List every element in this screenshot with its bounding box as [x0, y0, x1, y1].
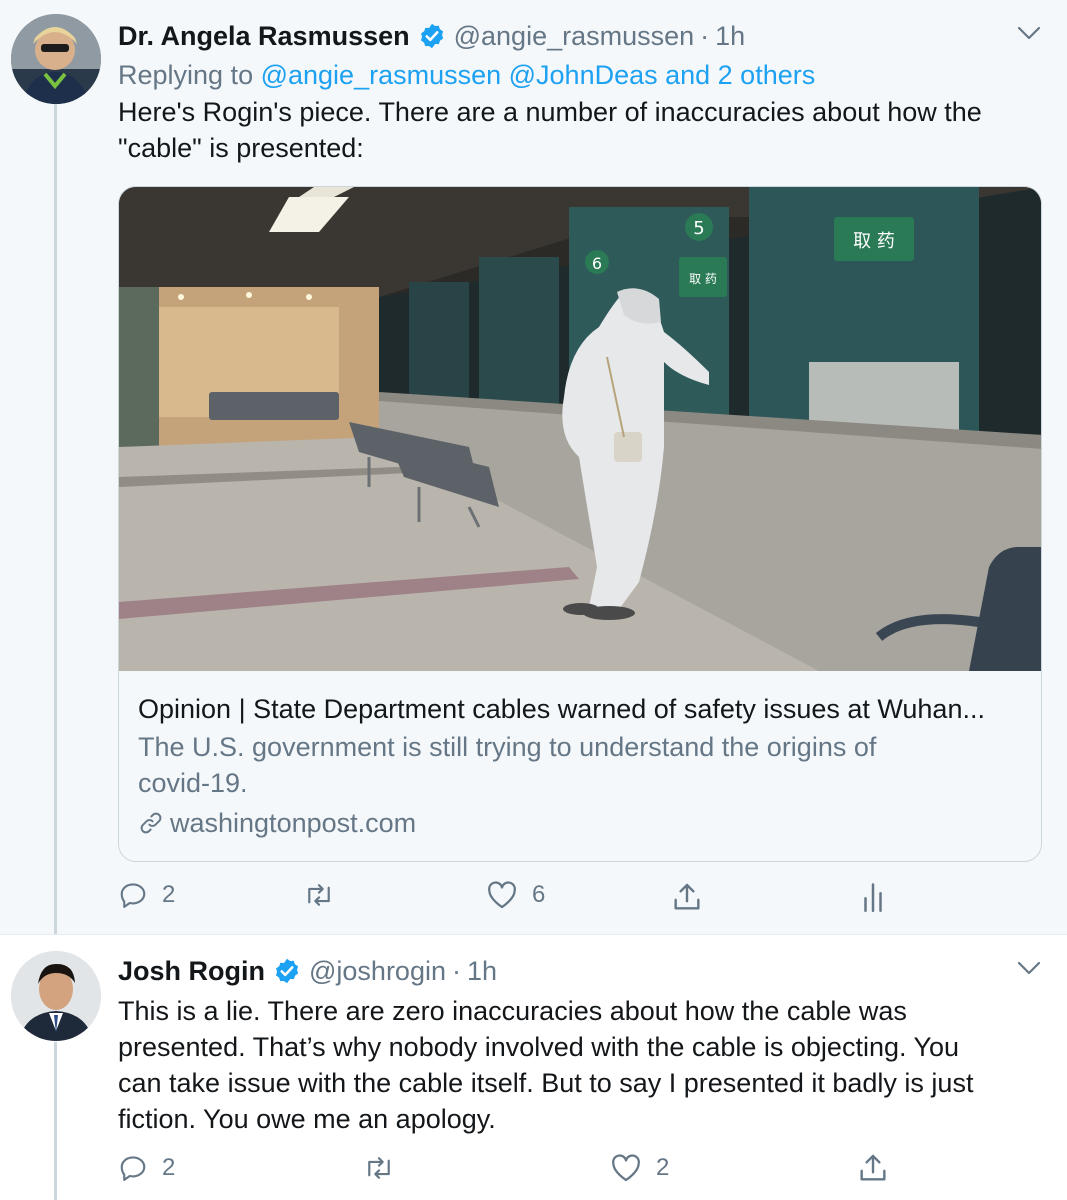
retweet-icon	[368, 1157, 390, 1179]
separator-dot: ·	[451, 955, 461, 986]
card-title[interactable]: Opinion | State Department cables warned…	[138, 691, 1021, 727]
replying-to-label: Replying to	[118, 60, 261, 90]
window-sign-label: 取 药	[853, 231, 895, 252]
verified-badge-icon	[275, 958, 299, 984]
retweet-button[interactable]	[362, 1153, 396, 1183]
tweet-text-line: "cable" is presented:	[118, 133, 364, 163]
avatar-photo	[11, 951, 101, 1041]
share-icon	[860, 1154, 886, 1181]
replying-to-line: Replying to @angie_rasmussen @JohnDeas a…	[118, 56, 1038, 94]
author-name[interactable]: Dr. Angela Rasmussen	[118, 21, 410, 52]
window-sign-number: 5	[693, 218, 704, 239]
tweet-text: This is a lie. There are zero inaccuraci…	[118, 993, 1038, 1137]
tweet-text-line: presented. That’s why nobody involved wi…	[118, 1032, 960, 1062]
tweet-angela-rasmussen[interactable]: Dr. Angela Rasmussen @angie_rasmussen · …	[0, 0, 1067, 934]
like-button[interactable]: 2	[610, 1153, 669, 1183]
verified-badge-icon	[420, 23, 443, 49]
reply-button[interactable]: 2	[118, 880, 175, 910]
card-description-line: The U.S. government is still trying to u…	[138, 732, 877, 762]
replying-to-handles-link[interactable]: @angie_rasmussen @JohnDeas and 2 others	[261, 60, 816, 90]
tweet-text-line: can take issue with the cable itself. Bu…	[118, 1068, 974, 1098]
author-handle[interactable]: @angie_rasmussen	[454, 21, 695, 52]
heart-icon	[612, 1154, 640, 1182]
article-image: 5 6 取 药 取 药	[119, 187, 1041, 671]
like-button[interactable]: 6	[486, 880, 545, 910]
tweet-text-line: This is a lie. There are zero inaccuraci…	[118, 996, 907, 1026]
reply-count: 2	[162, 881, 176, 908]
like-count: 2	[656, 1154, 670, 1181]
thread-connector-line	[54, 104, 57, 934]
avatar-photo	[11, 14, 101, 104]
retweet-button[interactable]	[302, 880, 336, 910]
window-sign-label: 取 药	[689, 272, 717, 286]
card-description-line: covid-19.	[138, 768, 248, 798]
reply-button[interactable]: 2	[118, 1153, 175, 1183]
like-count: 6	[532, 881, 546, 908]
author-name[interactable]: Josh Rogin	[118, 956, 265, 987]
timestamp[interactable]: 1h	[467, 956, 497, 987]
share-icon	[674, 883, 700, 910]
thread-connector-line	[54, 1042, 57, 1200]
share-button[interactable]	[670, 880, 704, 914]
tweet-text-line: fiction. You owe me an apology.	[118, 1104, 496, 1134]
window-sign-number: 6	[592, 254, 602, 273]
chevron-down-icon[interactable]	[1016, 959, 1042, 977]
timestamp[interactable]: 1h	[715, 21, 745, 52]
reply-icon	[120, 1156, 146, 1181]
reply-icon	[120, 883, 146, 908]
card-description: The U.S. government is still trying to u…	[138, 729, 1021, 801]
avatar[interactable]	[11, 14, 101, 104]
analytics-button[interactable]	[858, 880, 888, 914]
separator-dot: ·	[700, 20, 710, 51]
link-preview-card[interactable]: 5 6 取 药 取 药 Opinion | State Department c…	[118, 186, 1042, 862]
share-button[interactable]	[856, 1151, 890, 1185]
card-domain[interactable]: washingtonpost.com	[138, 805, 1021, 841]
link-icon	[140, 812, 162, 834]
card-domain-text: washingtonpost.com	[170, 808, 417, 838]
chevron-down-icon[interactable]	[1016, 24, 1042, 42]
author-handle[interactable]: @joshrogin	[309, 956, 446, 987]
tweet-text-line: Here's Rogin's piece. There are a number…	[118, 97, 982, 127]
retweet-icon	[308, 884, 330, 906]
avatar[interactable]	[11, 951, 101, 1041]
heart-icon	[488, 881, 516, 909]
tweet-text: Here's Rogin's piece. There are a number…	[118, 94, 1038, 166]
reply-count: 2	[162, 1154, 176, 1181]
tweet-josh-rogin[interactable]: Josh Rogin @joshrogin · 1h This is a lie…	[0, 934, 1067, 1200]
analytics-icon	[864, 883, 882, 912]
